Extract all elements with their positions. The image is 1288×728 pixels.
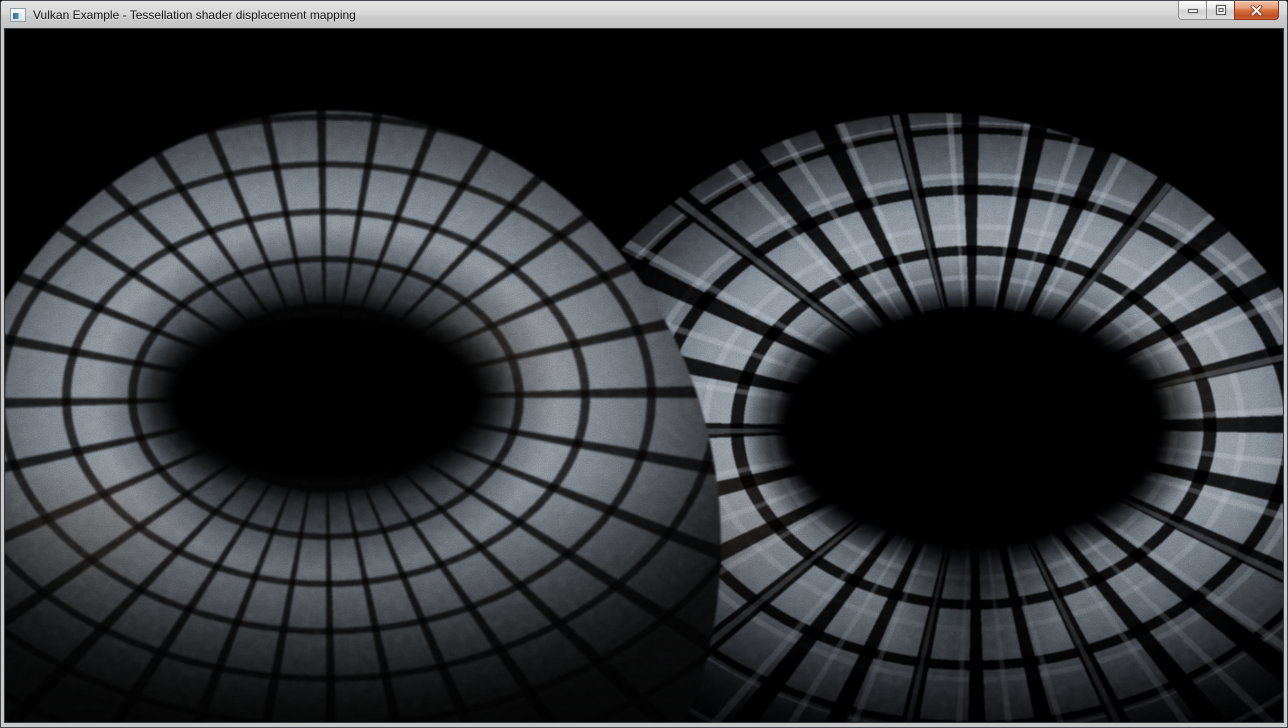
minimize-button[interactable] <box>1178 1 1207 20</box>
window: Vulkan Example - Tessellation shader dis… <box>0 0 1288 728</box>
window-title: Vulkan Example - Tessellation shader dis… <box>33 8 356 22</box>
app-icon <box>10 8 26 22</box>
minimize-icon <box>1186 5 1200 15</box>
render-viewport[interactable] <box>5 29 1283 722</box>
maximize-icon <box>1214 4 1228 16</box>
window-titlebar[interactable]: Vulkan Example - Tessellation shader dis… <box>1 1 1287 29</box>
window-controls <box>1178 1 1279 20</box>
torus-left-smooth <box>5 111 721 722</box>
maximize-button[interactable] <box>1206 1 1235 20</box>
close-button[interactable] <box>1234 1 1279 20</box>
close-icon <box>1250 5 1263 16</box>
app-icon-pane <box>13 11 23 19</box>
